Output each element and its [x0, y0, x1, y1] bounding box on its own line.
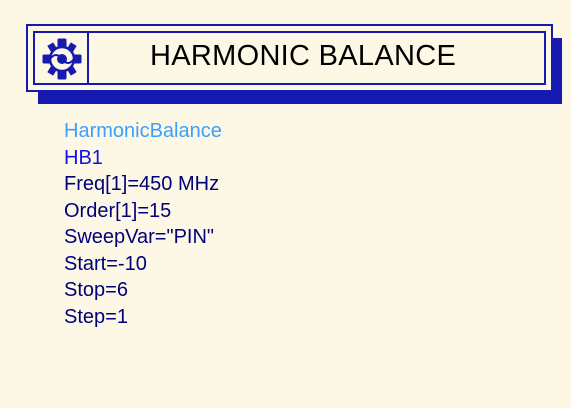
- schematic-canvas: HARMONIC BALANCE HarmonicBalance HB1 Fre…: [0, 0, 571, 408]
- parameter-step[interactable]: Step=1: [64, 304, 222, 331]
- parameter-order[interactable]: Order[1]=15: [64, 198, 222, 225]
- parameter-start[interactable]: Start=-10: [64, 251, 222, 278]
- parameter-sweepvar[interactable]: SweepVar="PIN": [64, 224, 222, 251]
- component-title: HARMONIC BALANCE: [150, 40, 457, 72]
- parameter-stop[interactable]: Stop=6: [64, 277, 222, 304]
- component-type-name[interactable]: HarmonicBalance: [64, 118, 222, 145]
- harmonic-balance-gear-icon: [42, 38, 82, 80]
- component-icon-box: [33, 31, 89, 85]
- component-parameter-list: HarmonicBalance HB1 Freq[1]=450 MHz Orde…: [64, 118, 222, 330]
- parameter-freq[interactable]: Freq[1]=450 MHz: [64, 171, 222, 198]
- component-instance-name[interactable]: HB1: [64, 145, 222, 172]
